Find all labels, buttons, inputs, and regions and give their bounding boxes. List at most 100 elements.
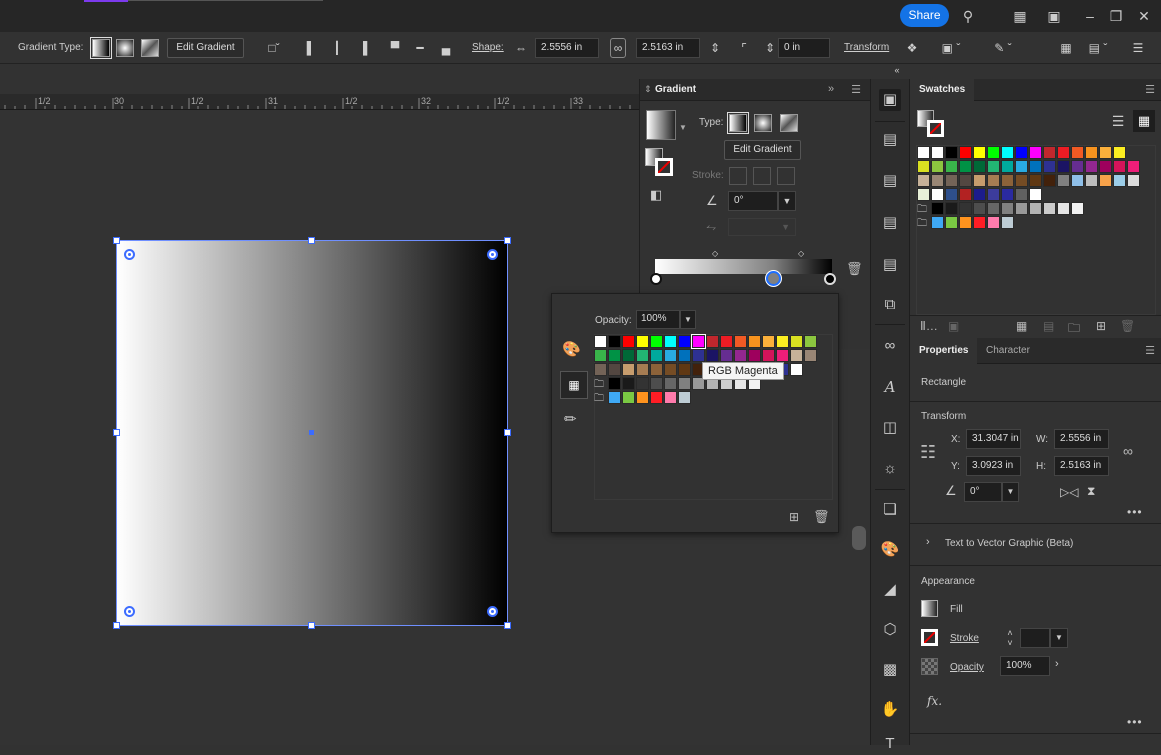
reference-point-icon[interactable]: ☷ — [920, 442, 936, 463]
popup-opacity-dropdown[interactable]: ▼ — [680, 310, 696, 329]
swatch[interactable] — [973, 160, 986, 173]
swatch[interactable] — [987, 146, 1000, 159]
artboards-icon[interactable]: ▤ — [879, 212, 901, 234]
opacity-label[interactable]: Opacity — [950, 662, 984, 673]
new-color-group-icon[interactable]: 🗀 — [1068, 319, 1080, 340]
stroke-weight-stepper[interactable]: ˄ ˅ — [1001, 628, 1019, 648]
swatch[interactable] — [594, 335, 607, 348]
swatch[interactable] — [636, 363, 649, 376]
swatch-libraries-icon[interactable]: Ⅱ… — [920, 319, 938, 333]
corner-widget-bottom-left[interactable] — [124, 606, 135, 617]
selection-handle-right[interactable] — [504, 429, 511, 436]
swatch[interactable] — [1071, 160, 1084, 173]
swatch[interactable] — [1001, 188, 1014, 201]
swatch[interactable] — [748, 335, 761, 348]
opacity-expand-icon[interactable]: › — [1055, 658, 1059, 670]
maximize-icon[interactable]: ❐ — [1106, 6, 1126, 26]
horizontal-ruler[interactable]: 1/2 30 1/2 31 1/2 32 1/2 33 — [0, 94, 639, 110]
swatch[interactable] — [776, 335, 789, 348]
list-view-icon[interactable]: ☰ — [1107, 110, 1129, 132]
swatch[interactable] — [678, 349, 691, 362]
selection-handle-top-right[interactable] — [504, 237, 511, 244]
y-input[interactable]: 3.0923 in — [966, 456, 1021, 476]
collapse-icon[interactable]: » — [828, 83, 834, 95]
color-group-folder-icon[interactable]: 🗀 — [594, 391, 604, 408]
type-panel-icon[interactable]: T — [879, 733, 901, 755]
appearance-fill-swatch[interactable] — [921, 600, 938, 617]
delete-swatch-icon[interactable]: 🗑 — [813, 509, 830, 525]
swatch[interactable] — [1099, 146, 1112, 159]
appearance-stroke-swatch[interactable] — [921, 629, 938, 646]
swatch[interactable] — [973, 174, 986, 187]
swatch[interactable] — [762, 335, 775, 348]
swatch[interactable] — [636, 377, 649, 390]
midpoint-diamond-2[interactable]: ◇ — [798, 249, 804, 258]
selection-handle-bottom[interactable] — [308, 622, 315, 629]
swatch[interactable] — [1001, 216, 1014, 229]
align-vertical-center-icon[interactable]: ━ — [412, 40, 428, 56]
swatch[interactable] — [959, 188, 972, 201]
swatch[interactable] — [917, 174, 930, 187]
swatch[interactable] — [678, 363, 691, 376]
properties-menu-icon[interactable]: ☰ — [1144, 345, 1156, 357]
swatch[interactable] — [664, 377, 677, 390]
transform-panel-icon[interactable]: ❏ — [879, 499, 901, 521]
swatch[interactable] — [636, 335, 649, 348]
swatch[interactable] — [608, 335, 621, 348]
gradient-stop-black[interactable] — [824, 273, 836, 285]
pen-options-icon[interactable]: ✎ ˇ — [985, 40, 1021, 56]
constrain-link-icon[interactable]: ∞ — [1123, 443, 1133, 459]
swatch[interactable] — [1127, 160, 1140, 173]
h-input[interactable]: 2.5163 in — [1054, 456, 1109, 476]
corner-radius-input[interactable]: 0 in — [778, 38, 830, 58]
swatch[interactable] — [622, 377, 635, 390]
swatch[interactable] — [945, 174, 958, 187]
swatch[interactable] — [1085, 174, 1098, 187]
corner-widget-top-right[interactable] — [487, 249, 498, 260]
swatch[interactable] — [664, 363, 677, 376]
swatch[interactable] — [650, 391, 663, 404]
corner-stepper-icon[interactable]: ⇕ — [762, 40, 778, 56]
swatch[interactable] — [1029, 160, 1042, 173]
swatches-tab[interactable]: Swatches — [910, 79, 975, 101]
puppet-warp-icon[interactable]: ✋ — [879, 699, 901, 721]
transform-label[interactable]: Transform — [844, 42, 889, 53]
swatch[interactable] — [1043, 202, 1056, 215]
swatch[interactable] — [734, 349, 747, 362]
midpoint-diamond-1[interactable]: ◇ — [712, 249, 718, 258]
align-bottom-icon[interactable]: ▄ — [438, 40, 454, 56]
panel-toggle-icon[interactable]: ⇕ — [644, 84, 652, 95]
search-icon[interactable]: ⚲ — [958, 6, 978, 26]
swatch[interactable] — [1043, 160, 1056, 173]
swatch[interactable] — [608, 391, 621, 404]
constrain-proportions-icon[interactable]: ∞ — [610, 38, 626, 58]
stroke-label[interactable]: Stroke — [950, 633, 979, 644]
swatch[interactable] — [608, 349, 621, 362]
swatch[interactable] — [1015, 202, 1028, 215]
swatch[interactable] — [790, 335, 803, 348]
flip-vertical-icon[interactable]: ⧗ — [1087, 484, 1095, 499]
swatch[interactable] — [594, 363, 607, 376]
arrange-documents-icon[interactable]: ▣ — [1044, 6, 1064, 26]
swatch[interactable] — [594, 349, 607, 362]
swatch[interactable] — [1057, 174, 1070, 187]
swatch[interactable] — [917, 146, 930, 159]
color-group-icon[interactable]: ▤ — [1043, 319, 1054, 333]
share-button[interactable]: Share — [900, 4, 949, 27]
swatch[interactable] — [1029, 188, 1042, 201]
swatch[interactable] — [678, 335, 691, 348]
swatch[interactable] — [664, 391, 677, 404]
freeform-gradient-button[interactable] — [141, 39, 159, 57]
vertical-scrollbar-thumb[interactable] — [852, 526, 866, 550]
corner-widget-bottom-right[interactable] — [487, 606, 498, 617]
angle-dropdown[interactable]: ▼ — [778, 191, 796, 211]
swatch[interactable] — [1071, 174, 1084, 187]
swatch[interactable] — [650, 377, 663, 390]
isolate-icon[interactable]: ▣ ˇ — [937, 40, 965, 56]
swatch[interactable] — [931, 146, 944, 159]
swatch[interactable] — [1099, 174, 1112, 187]
swatch[interactable] — [650, 363, 663, 376]
swatch[interactable] — [987, 188, 1000, 201]
shape-label[interactable]: Shape: — [472, 42, 504, 53]
panel-edit-gradient-button[interactable]: Edit Gradient — [724, 140, 801, 160]
